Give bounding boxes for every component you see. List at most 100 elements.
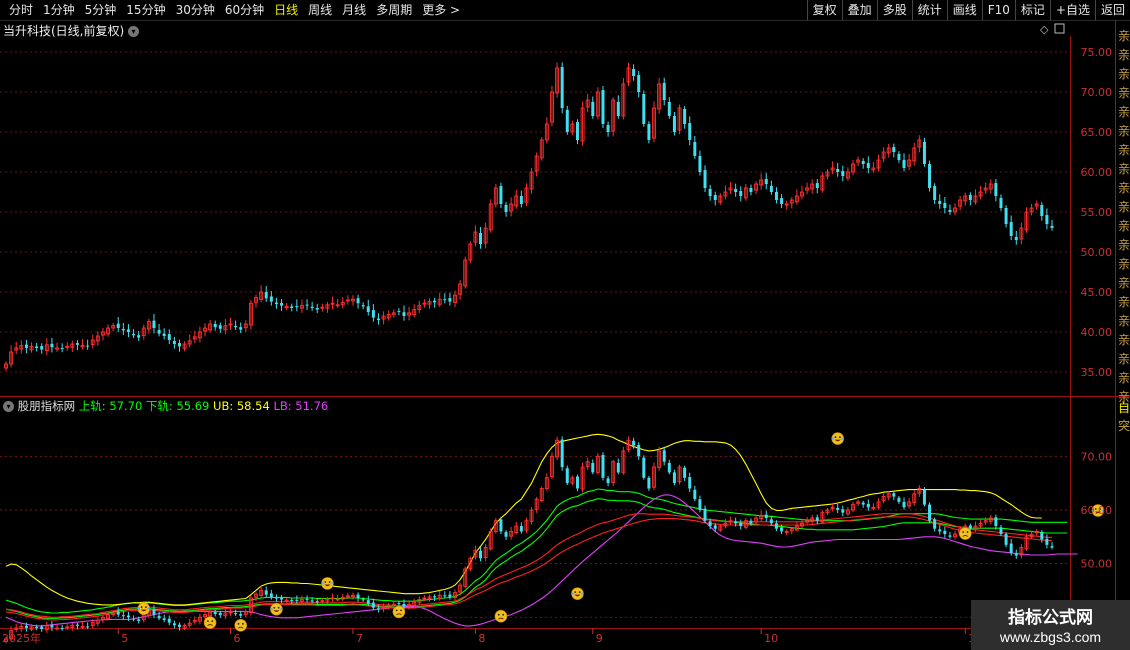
candle-body	[743, 187, 748, 199]
period-tab-6[interactable]: 日线	[269, 0, 303, 20]
candle-body	[728, 187, 733, 191]
candle-body	[177, 624, 181, 627]
toolbar-button-5[interactable]: F10	[981, 0, 1015, 20]
candle-body	[973, 525, 978, 531]
month-label: 7	[356, 632, 363, 645]
candle-body	[928, 164, 932, 188]
toolbar-button-2[interactable]: 多股	[876, 0, 912, 20]
marker-tear	[321, 582, 324, 585]
candle-body	[157, 615, 161, 619]
side-label: 亲	[1118, 390, 1130, 404]
candle-body	[794, 525, 799, 531]
marker-mouth	[396, 613, 402, 616]
period-tabs: 分时 1分钟 5分钟 15分钟 30分钟 60分钟 日线 周线 月线 多周期 更多 >	[4, 0, 465, 20]
candle-body	[146, 609, 151, 616]
candle-body	[784, 530, 789, 533]
candle-body	[55, 347, 59, 350]
candle-body	[524, 187, 529, 203]
candle-body	[784, 203, 789, 206]
side-label: 亲	[1118, 48, 1130, 62]
period-tab-3[interactable]: 15分钟	[121, 0, 170, 20]
candle-body	[805, 187, 810, 191]
candle-body	[371, 602, 375, 608]
toolbar-button-3[interactable]: 统计	[911, 0, 947, 20]
period-tab-10[interactable]: 更多 >	[417, 0, 465, 20]
period-tab-5[interactable]: 60分钟	[220, 0, 269, 20]
candle-body	[734, 188, 738, 192]
candle-body	[810, 517, 815, 522]
candle-body	[290, 306, 294, 308]
candle-body	[340, 596, 345, 600]
candle-body	[274, 597, 278, 599]
price-tick: 45.00	[1081, 286, 1113, 299]
candle-body	[861, 502, 865, 505]
candle-body	[652, 107, 656, 139]
candle-body	[825, 171, 830, 177]
action-buttons: 复权 叠加 多股 统计 画线 F10 标记 +自选 返回	[806, 0, 1130, 20]
candle-body	[203, 327, 207, 332]
candle-body	[591, 462, 595, 473]
candle-body	[386, 313, 391, 319]
candle-body	[601, 90, 605, 124]
candle-body	[999, 527, 1003, 535]
candle-body	[223, 325, 228, 331]
candle-body	[973, 195, 978, 203]
candle-body	[759, 514, 764, 520]
candle-body	[458, 283, 463, 295]
dropdown-icon[interactable]: ▾	[128, 26, 140, 37]
candle-body	[208, 323, 213, 331]
candle-body	[856, 159, 861, 163]
candle-body	[657, 450, 662, 469]
side-label: 亲	[1118, 162, 1130, 176]
candle-body	[912, 493, 917, 503]
period-tab-2[interactable]: 5分钟	[80, 0, 122, 20]
candle-body	[585, 99, 590, 108]
marker-eye	[838, 436, 841, 438]
candle-body	[565, 109, 569, 132]
marker-eye	[497, 613, 500, 616]
marker-mouth	[140, 609, 147, 612]
candle-body	[488, 530, 493, 550]
dropdown-icon[interactable]: ▾	[3, 401, 14, 412]
candle-body	[60, 348, 64, 349]
candle-body	[192, 336, 197, 340]
toolbar-button-7[interactable]: +自选	[1049, 0, 1095, 20]
candle-body	[836, 168, 840, 172]
candle-body	[453, 294, 457, 304]
candle-body	[100, 616, 105, 620]
toolbar-button-4[interactable]: 画线	[946, 0, 982, 20]
sad-marker	[958, 527, 972, 540]
marker-mouth	[237, 626, 244, 629]
candle-body	[351, 594, 355, 597]
candle-body	[555, 439, 560, 458]
period-tab-4[interactable]: 30分钟	[171, 0, 220, 20]
candle-body	[907, 501, 912, 507]
window-icon	[1054, 23, 1065, 34]
candle-body	[417, 599, 422, 603]
candle-body	[443, 299, 447, 301]
candle-body	[137, 619, 141, 622]
candle-body	[234, 613, 238, 615]
toolbar-button-6[interactable]: 标记	[1014, 0, 1050, 20]
candle-body	[137, 335, 141, 338]
period-tab-9[interactable]: 多周期	[371, 0, 417, 20]
candle-body	[667, 101, 671, 116]
candle-body	[713, 525, 717, 529]
period-tab-7[interactable]: 周线	[303, 0, 337, 20]
month-label: 5	[121, 632, 128, 645]
candle-body	[647, 124, 651, 140]
indicator-line-4	[5, 513, 1052, 618]
period-tab-8[interactable]: 月线	[337, 0, 371, 20]
candle-body	[963, 525, 968, 530]
candle-body	[637, 444, 641, 457]
candle-body	[19, 345, 24, 350]
candle-body	[1019, 547, 1024, 556]
toolbar-button-0[interactable]: 复权	[806, 0, 842, 20]
toolbar-button-1[interactable]: 叠加	[841, 0, 877, 20]
period-tab-1[interactable]: 1分钟	[38, 0, 80, 20]
period-tab-0[interactable]: 分时	[4, 0, 38, 20]
candle-body	[743, 520, 748, 528]
candle-body	[718, 195, 723, 203]
candle-body	[9, 630, 14, 640]
toolbar-button-8[interactable]: 返回	[1094, 0, 1130, 20]
